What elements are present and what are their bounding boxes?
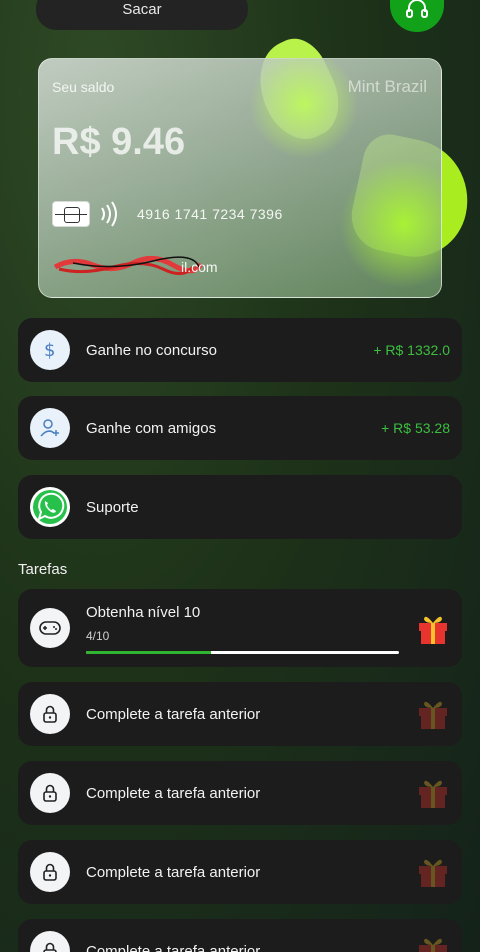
card-number: 4916 1741 7234 7396 xyxy=(137,206,283,222)
gift-icon xyxy=(419,780,447,808)
headset-icon xyxy=(406,0,428,18)
dollar-icon: $ xyxy=(30,330,70,370)
locked-task-label: Complete a tarefa anterior xyxy=(86,864,261,881)
lock-icon xyxy=(30,852,70,892)
contest-earnings-row[interactable]: $ Ganhe no concurso + R$ 1332.0 xyxy=(18,318,462,382)
locked-task-label: Complete a tarefa anterior xyxy=(86,706,261,723)
add-user-icon xyxy=(30,408,70,448)
gift-icon xyxy=(419,938,447,952)
support-button[interactable] xyxy=(390,0,444,32)
contest-label: Ganhe no concurso xyxy=(86,341,217,359)
locked-task[interactable]: Complete a tarefa anterior xyxy=(18,682,462,746)
card-email: il.com xyxy=(181,259,218,275)
contest-amount: + R$ 1332.0 xyxy=(373,342,450,358)
task-progress-bar xyxy=(86,651,399,654)
task-progress-text: 4/10 xyxy=(86,629,110,643)
withdraw-button[interactable]: Sacar xyxy=(36,0,248,30)
locked-task-label: Complete a tarefa anterior xyxy=(86,785,261,802)
balance-card: Seu saldo Mint Brazil R$ 9.46 4916 1741 … xyxy=(38,58,442,298)
support-row[interactable]: Suporte xyxy=(18,475,462,539)
locked-task[interactable]: Complete a tarefa anterior xyxy=(18,761,462,825)
lock-icon xyxy=(30,773,70,813)
friends-amount: + R$ 53.28 xyxy=(381,420,450,436)
chip-icon xyxy=(52,201,90,227)
whatsapp-icon xyxy=(30,487,70,527)
friends-label: Ganhe com amigos xyxy=(86,419,217,437)
friends-earnings-row[interactable]: Ganhe com amigos + R$ 53.28 xyxy=(18,396,462,460)
contactless-icon xyxy=(101,201,117,227)
gift-icon xyxy=(419,859,447,887)
svg-text:$: $ xyxy=(44,340,55,361)
balance-value: R$ 9.46 xyxy=(52,121,186,163)
support-label: Suporte xyxy=(86,498,139,516)
locked-task-label: Complete a tarefa anterior xyxy=(86,943,261,952)
task-title: Obtenha nível 10 xyxy=(86,604,201,621)
gift-icon xyxy=(419,701,447,729)
task-level-10[interactable]: Obtenha nível 10 4/10 xyxy=(18,589,462,667)
balance-label: Seu saldo xyxy=(52,79,115,95)
locked-task[interactable]: Complete a tarefa anterior xyxy=(18,840,462,904)
locked-task[interactable]: Complete a tarefa anterior xyxy=(18,919,462,952)
card-brand: Mint Brazil xyxy=(347,77,427,96)
tasks-title: Tarefas xyxy=(18,561,68,578)
lock-icon xyxy=(30,931,70,952)
gamepad-icon xyxy=(30,608,70,648)
gift-icon xyxy=(419,616,447,644)
lock-icon xyxy=(30,694,70,734)
withdraw-label: Sacar xyxy=(122,0,162,18)
